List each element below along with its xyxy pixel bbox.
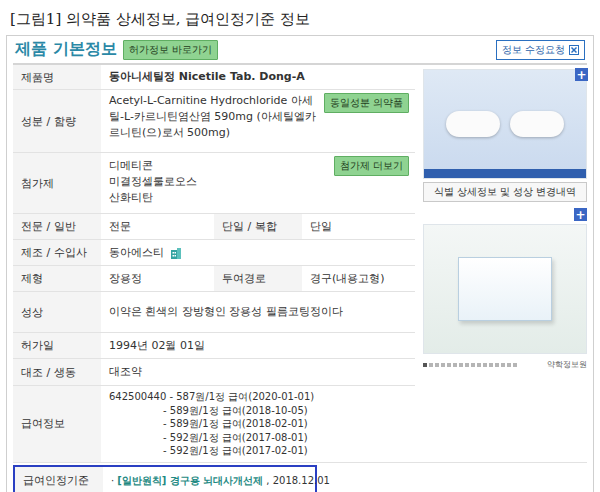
- pager-dot[interactable]: [489, 363, 493, 367]
- coverage-entry: - 592원/1정 급여(2017-08-01): [109, 431, 579, 445]
- info-row: 성분 / 함량Acetyl-L-Carnitine Hydrochloride …: [13, 90, 415, 153]
- row-value: 대조약: [101, 359, 415, 385]
- pager-dot[interactable]: [483, 363, 487, 367]
- info-table: 제품명동아니세틸정 Nicetile Tab. Dong-A성분 / 함량Ace…: [13, 65, 415, 386]
- pill-photo[interactable]: +: [423, 69, 587, 179]
- building-icon[interactable]: [170, 247, 182, 259]
- permit-link-button[interactable]: 허가정보 바로가기: [123, 40, 218, 60]
- row-value: 전문: [101, 214, 214, 239]
- more-additives-button[interactable]: 첨가제 더보기: [334, 156, 409, 176]
- additive-item: 미결정셀룰로오스: [109, 174, 197, 190]
- row-label: 제조 / 수입사: [13, 240, 101, 265]
- coverage-entry: - 592원/1정 급여(2017-02-01): [109, 444, 579, 458]
- row-value: Acetyl-L-Carnitine Hydrochloride 아세틸-L-카…: [101, 90, 415, 152]
- row-value: 이약은 흰색의 장방형인 장용성 필름코팅정이다: [101, 292, 415, 332]
- coverage-entry: - 589원/1정 급여(2018-02-01): [109, 417, 579, 431]
- media-column: + 식별 상세정보 및 성상 변경내역 + 약학정보원: [415, 65, 587, 386]
- same-ingredient-button[interactable]: 동일성분 의약품: [324, 93, 409, 113]
- row-value: 동아에스티: [101, 240, 415, 265]
- info-row: 대조 / 생동대조약: [13, 359, 415, 386]
- row-value: 동아니세틸정 Nicetile Tab. Dong-A: [101, 65, 415, 89]
- row-label: 제품명: [13, 65, 101, 89]
- info-row: 제형장용정투여경로경구(내용고형): [13, 266, 415, 292]
- info-row: 제품명동아니세틸정 Nicetile Tab. Dong-A: [13, 65, 415, 90]
- pager-dot[interactable]: [477, 363, 481, 367]
- pager-dot[interactable]: [465, 363, 469, 367]
- criteria-link[interactable]: [일반원칙] 경구용 뇌대사개선제: [117, 474, 263, 488]
- pager-dot[interactable]: [447, 363, 451, 367]
- edit-request-button[interactable]: 정보 수정요청: [496, 40, 585, 60]
- package-photo[interactable]: [423, 224, 587, 354]
- product-panel: 제품 기본정보 허가정보 바로가기 정보 수정요청제품명동아니세틸정 Nicetil…: [6, 35, 594, 492]
- coverage-list: 642500440 - 587원/1정 급여(2020-01-01)- 589원…: [101, 386, 587, 462]
- expand-button[interactable]: +: [574, 208, 587, 221]
- pager-dot[interactable]: [441, 363, 445, 367]
- row-value: 장용정: [101, 266, 214, 291]
- row-label: 대조 / 생동: [13, 359, 101, 385]
- photo-source: 약학정보원: [547, 359, 587, 370]
- pager-dot[interactable]: [501, 363, 505, 367]
- row-label: 투여경로: [214, 266, 302, 291]
- criteria-row: 급여인정기준·[일반원칙] 경구용 뇌대사개선제 , 2018.12.01: [13, 465, 317, 492]
- pager-dot[interactable]: [429, 363, 433, 367]
- row-label: 제형: [13, 266, 101, 291]
- info-row: 전문 / 일반전문단일 / 복합단일: [13, 214, 415, 240]
- row-label: 첨가제: [13, 153, 101, 213]
- row-value: 경구(내용고형): [302, 266, 415, 291]
- row-value: 디메티콘미결정셀룰로오스산화티탄 첨가제 더보기: [101, 153, 415, 213]
- pager-dot[interactable]: [513, 363, 517, 367]
- info-row: 첨가제 디메티콘미결정셀룰로오스산화티탄 첨가제 더보기: [13, 153, 415, 214]
- pager-dot[interactable]: [423, 363, 427, 367]
- identification-detail-button[interactable]: 식별 상세정보 및 성상 변경내역: [423, 182, 587, 202]
- row-label: 성상: [13, 292, 101, 332]
- coverage-row: 급여정보642500440 - 587원/1정 급여(2020-01-01)- …: [13, 386, 587, 463]
- panel-header: 제품 기본정보 허가정보 바로가기 정보 수정요청: [13, 36, 587, 65]
- row-label: 허가일: [13, 333, 101, 358]
- pager-dot[interactable]: [435, 363, 439, 367]
- photo-pager: 약학정보원: [423, 357, 587, 370]
- coverage-entry: - 589원/1정 급여(2018-10-05): [109, 404, 579, 418]
- row-value: 1994년 02월 01일: [101, 333, 415, 358]
- pager-dot[interactable]: [507, 363, 511, 367]
- additive-item: 산화티탄: [109, 190, 197, 206]
- figure-caption: [그림1] 의약품 상세정보, 급여인정기준 정보: [0, 0, 600, 35]
- row-label: 급여인정기준: [15, 467, 103, 492]
- row-label: 전문 / 일반: [13, 214, 101, 239]
- pager-dot[interactable]: [453, 363, 457, 367]
- coverage-entry: 642500440 - 587원/1정 급여(2020-01-01): [109, 390, 579, 404]
- page: [그림1] 의약품 상세정보, 급여인정기준 정보제품 기본정보 허가정보 바로가…: [0, 0, 600, 492]
- pager-dot[interactable]: [459, 363, 463, 367]
- expand-button[interactable]: +: [575, 68, 588, 81]
- close-box-icon: [569, 45, 579, 55]
- row-label: 성분 / 함량: [13, 90, 101, 152]
- pager-dot[interactable]: [471, 363, 475, 367]
- info-row: 허가일1994년 02월 01일: [13, 333, 415, 359]
- criteria-value: ·[일반원칙] 경구용 뇌대사개선제 , 2018.12.01: [103, 467, 338, 492]
- row-label: 급여정보: [13, 386, 101, 462]
- pager-dot[interactable]: [495, 363, 499, 367]
- row-label: 단일 / 복합: [214, 214, 302, 239]
- info-row: 제조 / 수입사동아에스티: [13, 240, 415, 266]
- row-value: 단일: [302, 214, 415, 239]
- info-row: 성상이약은 흰색의 장방형인 장용성 필름코팅정이다: [13, 292, 415, 333]
- panel-title: 제품 기본정보: [15, 39, 117, 60]
- additive-item: 디메티콘: [109, 158, 197, 174]
